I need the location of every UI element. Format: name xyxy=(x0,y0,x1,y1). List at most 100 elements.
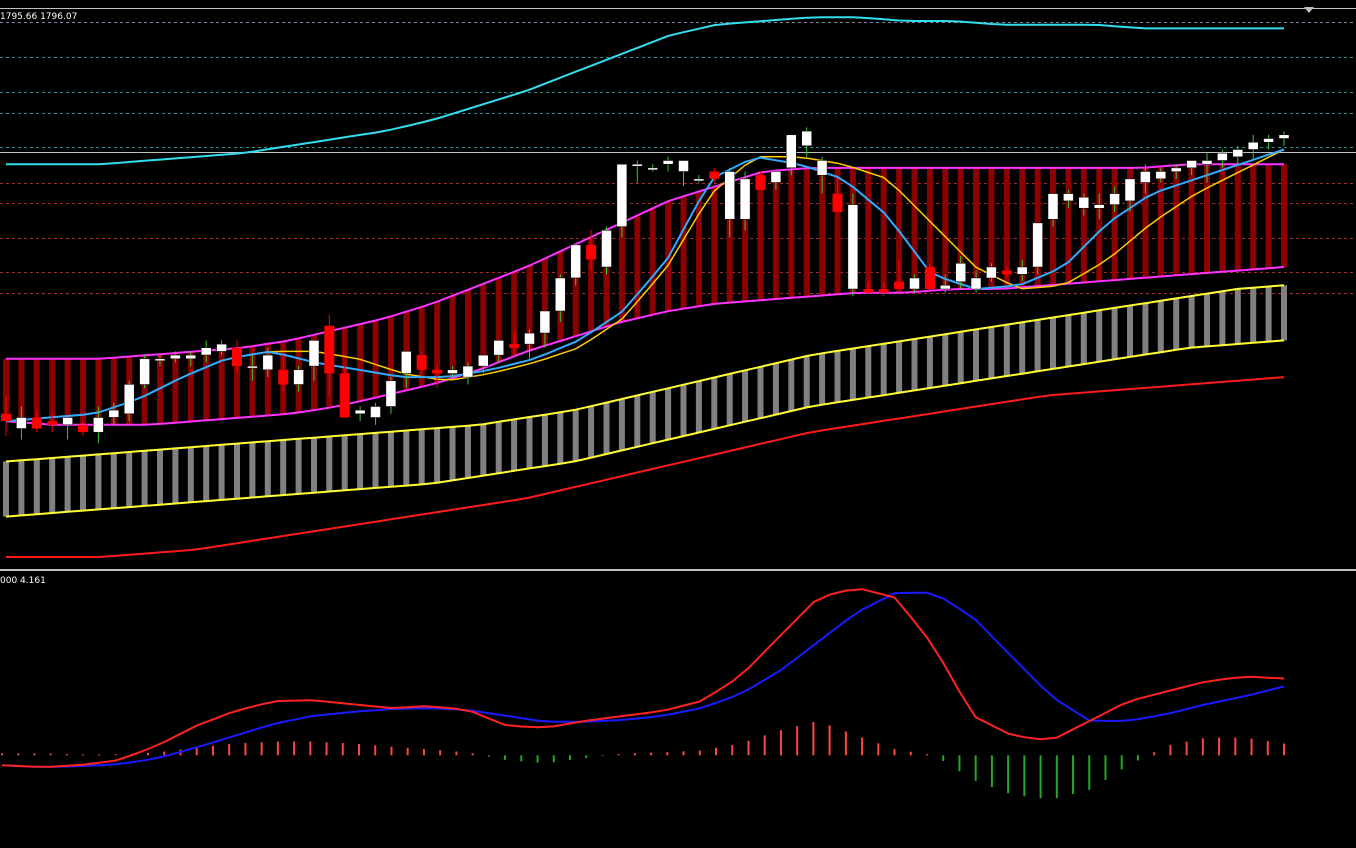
candle-body xyxy=(1201,160,1213,165)
candle-body xyxy=(62,417,73,426)
candle-body xyxy=(216,343,227,352)
lower-band-bar xyxy=(742,370,749,422)
candle-body xyxy=(385,380,397,407)
lower-band-bar xyxy=(541,414,548,467)
candle-body xyxy=(1263,138,1274,143)
candle-body xyxy=(570,244,581,279)
candle-body xyxy=(1140,171,1151,183)
candle-body xyxy=(770,171,782,183)
candle-body xyxy=(1109,193,1120,205)
chart-background xyxy=(0,0,1356,848)
candle-body xyxy=(154,358,166,362)
lower-band-bar xyxy=(1127,305,1133,357)
candle-body xyxy=(647,167,658,171)
lower-band-bar xyxy=(1080,312,1087,365)
lower-band-bar xyxy=(1019,322,1026,374)
lower-band-bar xyxy=(942,334,949,386)
chart-shift-arrow-icon[interactable] xyxy=(1304,7,1314,13)
lower-band-bar xyxy=(757,366,764,419)
candle-body xyxy=(739,178,751,220)
candle-body xyxy=(1047,193,1059,220)
channel-band-bar xyxy=(1265,164,1272,269)
candle-body xyxy=(555,277,566,312)
lower-band-bar xyxy=(1281,285,1287,341)
candle-body xyxy=(586,244,597,260)
chart-canvas[interactable] xyxy=(0,0,1356,848)
lower-band-bar xyxy=(1204,293,1210,347)
candle-body xyxy=(1032,222,1043,268)
channel-band-bar xyxy=(1173,165,1180,276)
channel-band-bar xyxy=(172,353,179,423)
candle-body xyxy=(924,267,935,289)
channel-band-bar xyxy=(865,167,872,293)
lower-band-bar xyxy=(434,428,441,483)
candle-body xyxy=(909,277,920,290)
lower-band-bar xyxy=(957,331,964,384)
candle-body xyxy=(293,369,304,385)
channel-band-bar xyxy=(757,172,764,301)
candle-body xyxy=(724,171,735,220)
lower-band-bar xyxy=(988,327,995,379)
candle-body xyxy=(816,160,828,176)
candle-body xyxy=(970,277,982,290)
channel-band-bar xyxy=(680,196,687,309)
lower-band-bar xyxy=(387,431,394,487)
lower-band-bar xyxy=(1157,300,1164,353)
lower-band-bar xyxy=(572,409,579,462)
lower-band-bar xyxy=(788,359,795,411)
channel-band-bar xyxy=(695,191,702,307)
channel-band-bar xyxy=(1281,164,1287,267)
lower-band-bar xyxy=(295,438,302,494)
channel-band-bar xyxy=(1234,164,1241,271)
candle-body xyxy=(1232,149,1244,158)
candle-body xyxy=(462,365,474,378)
candle-body xyxy=(324,325,335,374)
lower-band-bar xyxy=(341,435,348,491)
candle-body xyxy=(986,266,997,279)
lower-band-bar xyxy=(511,419,518,471)
candle-body xyxy=(31,417,42,429)
candle-body xyxy=(832,193,843,212)
lower-band-bar xyxy=(1096,310,1103,362)
candle-body xyxy=(1093,204,1105,209)
candle-body xyxy=(524,332,535,345)
lower-band-bar xyxy=(1050,317,1056,369)
channel-band-bar xyxy=(649,208,656,315)
channel-band-bar xyxy=(1111,167,1118,281)
candle-body xyxy=(447,369,458,374)
candle-body xyxy=(170,354,181,360)
lower-band-bar xyxy=(865,346,872,398)
channel-band-bar xyxy=(357,324,364,402)
channel-band-bar xyxy=(1157,166,1164,277)
candle-body xyxy=(786,134,797,169)
lower-band-bar xyxy=(1219,291,1226,346)
lower-band-bar xyxy=(1003,324,1010,376)
lower-band-bar xyxy=(1234,288,1241,344)
candle-body xyxy=(709,171,720,179)
candle-body xyxy=(755,175,766,190)
candle-body xyxy=(200,347,212,356)
candle-body xyxy=(693,178,705,182)
candle-body xyxy=(863,289,874,293)
lower-band-bar xyxy=(649,391,656,444)
candle-body xyxy=(1124,178,1136,202)
lower-band-bar xyxy=(449,426,456,481)
candle-body xyxy=(416,355,427,370)
candle-body xyxy=(370,406,381,418)
lower-band-bar xyxy=(1034,319,1041,372)
candle-body xyxy=(955,263,966,282)
lower-band-bar xyxy=(834,350,841,403)
lower-band-bar xyxy=(1065,315,1072,367)
candle-body xyxy=(278,369,289,385)
background xyxy=(0,0,1356,848)
candle-body xyxy=(308,340,320,367)
candle-body xyxy=(878,289,889,293)
candle-body xyxy=(1186,160,1197,169)
lower-band-bar xyxy=(911,339,918,391)
candle-body xyxy=(847,204,859,290)
channel-band-bar xyxy=(711,186,718,304)
lower-band-bar xyxy=(896,341,903,393)
lower-band-bar xyxy=(803,356,810,408)
lower-band-bar xyxy=(141,450,148,506)
candle-body xyxy=(616,163,628,227)
